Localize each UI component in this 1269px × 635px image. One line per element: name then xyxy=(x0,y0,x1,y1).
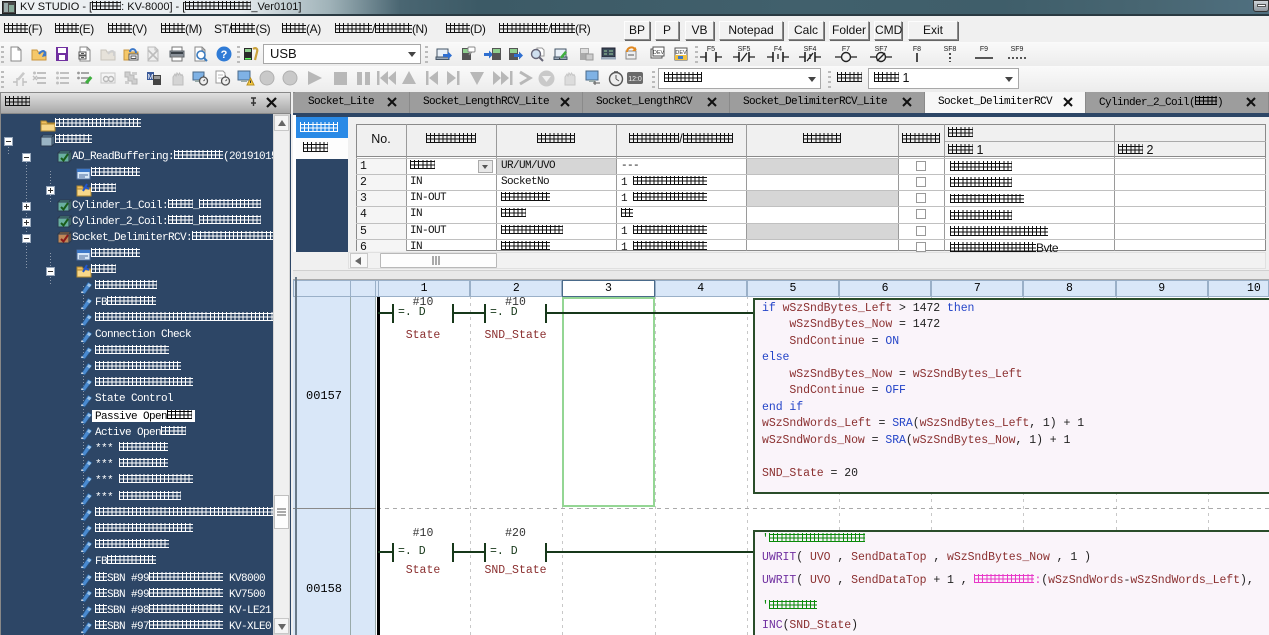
svg-text:DEV: DEV xyxy=(653,50,665,56)
svg-text:F8: F8 xyxy=(913,46,921,53)
svg-text:SF4: SF4 xyxy=(804,46,817,53)
svg-text:M: M xyxy=(148,74,154,81)
svg-text:F9: F9 xyxy=(980,46,988,53)
svg-text:SF8: SF8 xyxy=(944,46,957,53)
svg-text:SF5: SF5 xyxy=(738,46,751,53)
svg-text:F4: F4 xyxy=(774,46,782,53)
svg-text:SF9: SF9 xyxy=(1011,46,1024,53)
svg-text:?: ? xyxy=(221,49,228,61)
svg-text:F5: F5 xyxy=(707,46,715,53)
svg-text:12:0: 12:0 xyxy=(628,76,642,83)
